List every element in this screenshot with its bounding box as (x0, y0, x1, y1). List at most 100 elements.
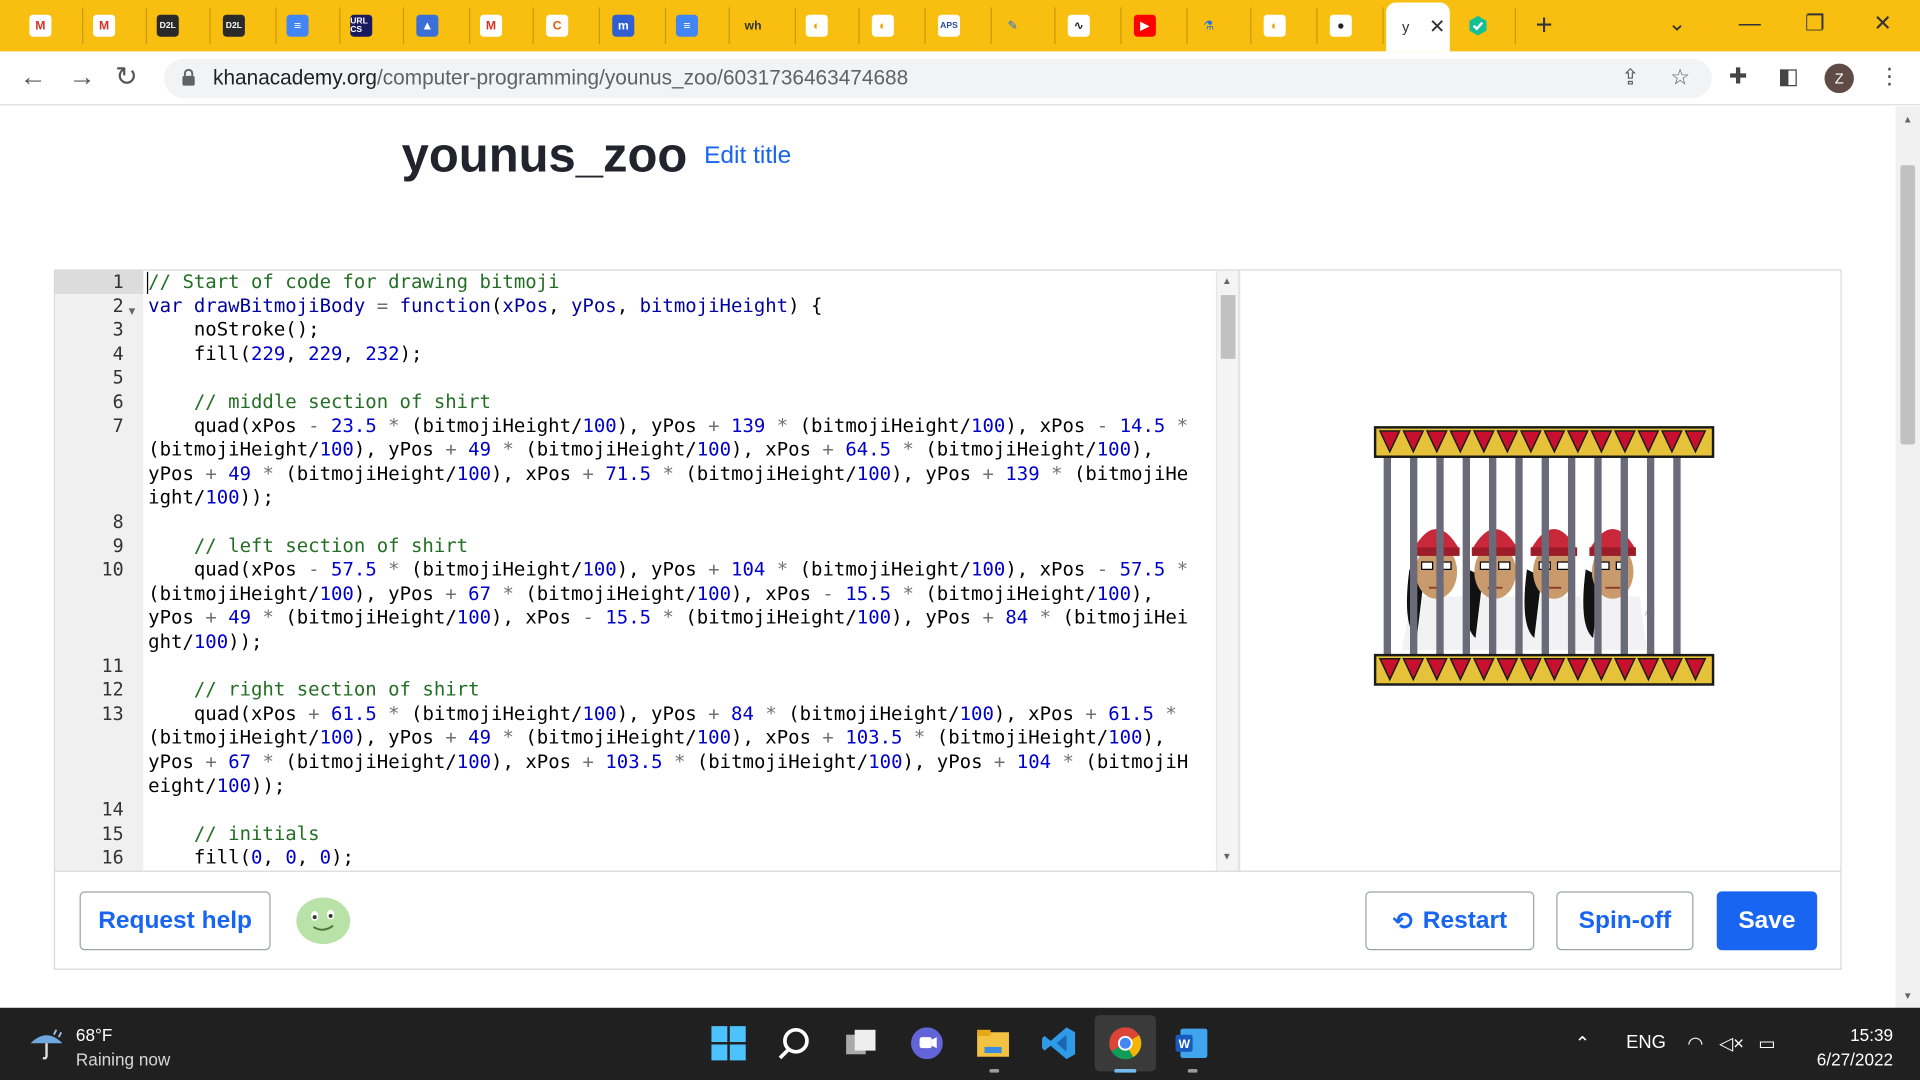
code-line[interactable]: (bitmojiHeight/100), yPos + 49 * (bitmoj… (148, 439, 1154, 463)
code-line[interactable]: ght/100)); (148, 631, 262, 655)
output-canvas[interactable]: AY (1240, 270, 1841, 871)
code-line[interactable]: noStroke(); (148, 319, 320, 343)
browser-tab[interactable]: ∿ (1058, 7, 1122, 45)
browser-tab[interactable]: ▲ (407, 7, 471, 45)
code-line[interactable]: ight/100)); (148, 487, 274, 511)
vscode-icon[interactable] (1041, 1025, 1078, 1062)
restart-button[interactable]: ⟲ Restart (1365, 891, 1535, 951)
code-line[interactable]: fill(229, 229, 232); (148, 343, 423, 367)
weather-temperature[interactable]: 68°F (76, 1025, 112, 1045)
code-line[interactable]: fill(0, 0, 0); (148, 847, 354, 871)
system-clock[interactable]: 15:39 6/27/2022 (1783, 1022, 1893, 1071)
editor-scrollbar[interactable]: ▲ ▼ (1215, 270, 1238, 871)
page-scroll-down-icon[interactable]: ▼ (1903, 991, 1913, 1002)
browser-tab[interactable]: wh (732, 7, 796, 45)
speaker-muted-icon[interactable]: ◁× (1719, 1032, 1744, 1054)
code-token: ), (1131, 582, 1154, 605)
code-line[interactable]: (bitmojiHeight/100), yPos + 67 * (bitmoj… (148, 583, 1154, 607)
browser-tab[interactable]: ⚗ (1188, 7, 1252, 45)
code-token: ), xPos (731, 726, 823, 749)
restore-button[interactable]: ❐ (1805, 7, 1825, 39)
code-line[interactable]: yPos + 49 * (bitmojiHeight/100), xPos - … (148, 607, 1188, 631)
url-text[interactable]: khanacademy.org/computer-programming/you… (213, 66, 908, 90)
chrome-icon[interactable] (1107, 1025, 1144, 1062)
code-line[interactable]: // right section of shirt (148, 679, 480, 703)
windows-start-icon[interactable] (710, 1025, 747, 1062)
language-indicator[interactable]: ENG (1626, 1032, 1666, 1053)
task-view-icon[interactable] (842, 1025, 879, 1062)
search-icon[interactable] (776, 1025, 813, 1062)
browser-tab[interactable]: ◐ (796, 7, 860, 45)
close-tab-icon[interactable]: ✕ (1429, 15, 1445, 39)
tab-search-dropdown[interactable]: ⌄ (1668, 7, 1686, 39)
word-icon[interactable]: W (1173, 1025, 1210, 1062)
editor-scroll-thumb[interactable] (1220, 295, 1236, 359)
scroll-up-icon[interactable]: ▲ (1222, 276, 1232, 287)
cage-bar (1567, 454, 1576, 661)
browser-tab[interactable]: ▶ (1124, 7, 1188, 45)
tab-active[interactable]: y ✕ (1386, 2, 1450, 52)
minimize-button[interactable]: — (1739, 7, 1761, 39)
forward-button[interactable]: → (69, 61, 96, 93)
profile-avatar[interactable]: Z (1824, 63, 1854, 94)
tray-overflow-chevron-icon[interactable]: ⌃ (1575, 1032, 1590, 1054)
request-help-button[interactable]: Request help (79, 891, 271, 951)
browser-tab[interactable]: D2L (213, 7, 277, 45)
browser-tab[interactable]: ◐ (862, 7, 926, 45)
save-button[interactable]: Save (1716, 891, 1818, 951)
battery-icon[interactable]: ▭ (1758, 1032, 1775, 1054)
menu-kebab-icon[interactable]: ⋮ (1878, 64, 1900, 90)
close-window-button[interactable]: ✕ (1873, 7, 1891, 39)
weather-description[interactable]: Raining now (76, 1049, 170, 1069)
code-line[interactable]: eight/100)); (148, 775, 285, 799)
scroll-down-icon[interactable]: ▼ (1222, 851, 1232, 862)
browser-tab[interactable]: ● (1320, 7, 1384, 45)
bookmark-star-icon[interactable]: ☆ (1670, 65, 1690, 91)
code-line[interactable]: quad(xPos + 61.5 * (bitmojiHeight/100), … (148, 703, 1177, 727)
file-explorer-icon[interactable] (975, 1025, 1012, 1062)
spinoff-button[interactable]: Spin-off (1556, 891, 1694, 951)
share-icon[interactable]: ⇪ (1621, 65, 1639, 91)
page-scroll-thumb[interactable] (1900, 165, 1916, 445)
code-line[interactable]: yPos + 67 * (bitmojiHeight/100), xPos + … (148, 751, 1188, 775)
edit-title-link[interactable]: Edit title (704, 142, 791, 170)
browser-tab[interactable]: APS (928, 7, 992, 45)
browser-tab[interactable]: C (536, 7, 601, 45)
browser-tab[interactable]: M (470, 7, 534, 45)
page-scrollbar[interactable]: ▲ ▼ (1895, 106, 1920, 1008)
browser-tab[interactable]: ✎ (992, 7, 1056, 45)
wifi-icon[interactable]: ◠ (1687, 1032, 1703, 1054)
browser-tab[interactable]: URL CS (340, 7, 405, 45)
code-line[interactable]: // Start of code for drawing bitmoji (148, 271, 559, 295)
browser-tab[interactable]: ≡ (277, 7, 341, 45)
code-line[interactable]: // left section of shirt (148, 535, 468, 559)
extensions-puzzle-icon[interactable]: ✚ (1729, 64, 1747, 90)
code-line[interactable]: (bitmojiHeight/100), yPos + 49 * (bitmoj… (148, 727, 1165, 751)
restart-label: Restart (1422, 906, 1508, 934)
page-scroll-up-icon[interactable]: ▲ (1903, 114, 1913, 125)
browser-tab[interactable]: ◐ (1254, 7, 1318, 45)
browser-tab[interactable]: D2L (147, 7, 211, 45)
fold-toggle-icon[interactable]: ▼ (129, 301, 136, 325)
code-line[interactable]: quad(xPos - 57.5 * (bitmojiHeight/100), … (148, 559, 1188, 583)
back-button[interactable]: ← (20, 61, 47, 93)
browser-tab[interactable]: M (20, 7, 84, 45)
browser-tab[interactable]: M (83, 7, 147, 45)
code-line[interactable]: yPos + 49 * (bitmojiHeight/100), xPos + … (148, 463, 1188, 487)
help-avatar-icon[interactable] (295, 894, 351, 945)
browser-tab[interactable]: m (602, 7, 667, 45)
browser-tab[interactable]: ≡ (666, 7, 730, 45)
code-line[interactable]: quad(xPos - 23.5 * (bitmojiHeight/100), … (148, 415, 1188, 439)
code-line[interactable]: var drawBitmojiBody = function(xPos, yPo… (148, 295, 822, 319)
code-line[interactable]: // middle section of shirt (148, 391, 491, 415)
reload-button[interactable]: ↻ (115, 61, 138, 93)
side-panel-icon[interactable]: ◧ (1778, 64, 1799, 90)
new-tab-button[interactable]: + (1536, 7, 1553, 44)
code-line[interactable]: // initials (148, 823, 320, 847)
rain-umbrella-icon[interactable] (27, 1025, 66, 1064)
tab-khan-extension[interactable] (1457, 7, 1516, 45)
address-bar[interactable]: khanacademy.org/computer-programming/you… (164, 58, 1712, 98)
teams-chat-icon[interactable] (909, 1025, 946, 1062)
code-editor[interactable]: 1 // Start of code for drawing bitmoji 2 ▼ v… (55, 271, 1216, 871)
